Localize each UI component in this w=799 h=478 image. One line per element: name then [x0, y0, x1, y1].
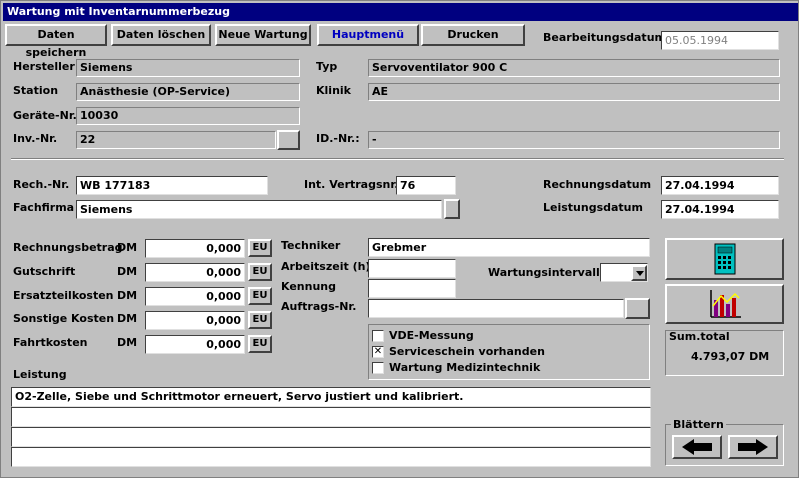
- eu-button[interactable]: EU: [248, 335, 272, 353]
- leistung-line-4[interactable]: [11, 447, 651, 467]
- auftrags-label: Auftrags-Nr.: [281, 300, 357, 313]
- geraete-field: 10030: [76, 107, 300, 125]
- typ-field: Servoventilator 900 C: [368, 59, 780, 77]
- station-field: Anästhesie (OP-Service): [76, 83, 300, 101]
- statistics-button[interactable]: [665, 284, 784, 324]
- currency-label: DM: [117, 265, 138, 278]
- fachfirma-label: Fachfirma: [13, 201, 75, 214]
- hersteller-field: Siemens: [76, 59, 300, 77]
- checkbox-label: Serviceschein vorhanden: [389, 345, 545, 358]
- currency-label: DM: [117, 241, 138, 254]
- fahrtkosten-label: Fahrtkosten: [13, 336, 88, 349]
- rech-label: Rech.-Nr.: [13, 178, 70, 191]
- leistung-line-3[interactable]: [11, 427, 651, 447]
- arbeitszeit-label: Arbeitszeit (h): [281, 260, 371, 273]
- arrow-left-icon: [682, 439, 712, 455]
- wartungsintervall-label: Wartungsintervall: [488, 266, 600, 279]
- ersatzteilkosten-input[interactable]: 0,000: [145, 287, 245, 306]
- leistungsdatum-input[interactable]: 27.04.1994: [661, 200, 779, 219]
- leistungsdatum-label: Leistungsdatum: [543, 201, 643, 214]
- id-label: ID.-Nr.:: [316, 132, 360, 145]
- vertrag-label: Int. Vertragsnr.: [304, 178, 399, 191]
- currency-label: DM: [117, 289, 138, 302]
- currency-label: DM: [117, 336, 138, 349]
- auftrags-lookup-button[interactable]: [625, 298, 650, 319]
- arrow-right-icon: [738, 439, 768, 455]
- geraete-label: Geräte-Nr.: [13, 109, 77, 122]
- techniker-input[interactable]: Grebmer: [368, 238, 650, 257]
- leistung-line-2[interactable]: [11, 407, 651, 427]
- print-button[interactable]: Drucken: [421, 24, 525, 46]
- gutschrift-label: Gutschrift: [13, 265, 76, 278]
- eu-button[interactable]: EU: [248, 263, 272, 281]
- previous-record-button[interactable]: [672, 435, 722, 459]
- main-window: Wartung mit Inventarnummerbezug Daten sp…: [0, 0, 799, 478]
- rechnungsbetrag-input[interactable]: 0,000: [145, 239, 245, 258]
- rechnungsbetrag-label: Rechnungsbetrag: [13, 241, 123, 254]
- sum-total-label: Sum.total: [669, 330, 730, 343]
- sonstige-kosten-input[interactable]: 0,000: [145, 311, 245, 330]
- bearbeitungsdatum-field[interactable]: 05.05.1994: [661, 31, 779, 50]
- calculator-button[interactable]: [665, 238, 784, 280]
- arbeitszeit-input[interactable]: [368, 259, 456, 278]
- chevron-down-icon[interactable]: [631, 265, 647, 281]
- divider: [11, 158, 784, 160]
- next-record-button[interactable]: [728, 435, 778, 459]
- checkbox-label: VDE-Messung: [389, 329, 474, 342]
- kennung-label: Kennung: [281, 280, 336, 293]
- fachfirma-lookup-button[interactable]: [444, 199, 460, 219]
- sum-total-value: 4.793,07 DM: [691, 350, 770, 363]
- sonstige-kosten-label: Sonstige Kosten: [13, 312, 115, 325]
- delete-button[interactable]: Daten löschen: [111, 24, 211, 46]
- vertrag-input[interactable]: 76: [396, 176, 456, 195]
- inv-lookup-button[interactable]: [277, 130, 300, 150]
- currency-label: DM: [117, 312, 138, 325]
- serviceschein-checkbox[interactable]: ✕ Serviceschein vorhanden: [372, 345, 545, 358]
- leistung-line-1[interactable]: O2-Zelle, Siebe und Schrittmotor erneuer…: [11, 387, 651, 407]
- checkbox-mark: [372, 329, 384, 342]
- rech-input[interactable]: WB 177183: [76, 176, 268, 195]
- checkbox-mark: ✕: [372, 345, 384, 358]
- fahrtkosten-input[interactable]: 0,000: [145, 335, 245, 354]
- gutschrift-input[interactable]: 0,000: [145, 263, 245, 282]
- klinik-field: AE: [368, 83, 780, 101]
- auftrags-input[interactable]: [368, 299, 624, 318]
- navigation-label: Blättern: [671, 418, 726, 432]
- checkbox-mark: [372, 361, 384, 374]
- id-field: -: [368, 131, 780, 149]
- typ-label: Typ: [316, 60, 338, 73]
- bar-chart-icon: [710, 290, 741, 318]
- save-button[interactable]: Daten speichern: [5, 24, 107, 59]
- eu-button[interactable]: EU: [248, 287, 272, 305]
- leistung-label: Leistung: [13, 368, 67, 381]
- rechnungsdatum-label: Rechnungsdatum: [543, 178, 652, 191]
- new-maintenance-button[interactable]: Neue Wartung: [215, 24, 311, 46]
- kennung-input[interactable]: [368, 279, 456, 298]
- inv-label: Inv.-Nr.: [13, 132, 58, 145]
- techniker-label: Techniker: [281, 239, 341, 252]
- calculator-icon: [714, 243, 736, 275]
- station-label: Station: [13, 84, 59, 97]
- main-menu-button[interactable]: Hauptmenü: [317, 24, 419, 46]
- ersatzteilkosten-label: Ersatzteilkosten: [13, 289, 114, 302]
- eu-button[interactable]: EU: [248, 239, 272, 257]
- vde-messung-checkbox[interactable]: VDE-Messung: [372, 329, 474, 342]
- checkbox-label: Wartung Medizintechnik: [389, 361, 541, 374]
- bearbeitungsdatum-label: Bearbeitungsdatum: [543, 31, 666, 44]
- eu-button[interactable]: EU: [248, 311, 272, 329]
- hersteller-label: Hersteller: [13, 60, 75, 73]
- klinik-label: Klinik: [316, 84, 351, 97]
- fachfirma-input[interactable]: Siemens: [76, 200, 442, 219]
- rechnungsdatum-input[interactable]: 27.04.1994: [661, 176, 779, 195]
- inv-field: 22: [76, 131, 276, 149]
- window-title: Wartung mit Inventarnummerbezug: [3, 3, 798, 21]
- wartung-medizintechnik-checkbox[interactable]: Wartung Medizintechnik: [372, 361, 540, 374]
